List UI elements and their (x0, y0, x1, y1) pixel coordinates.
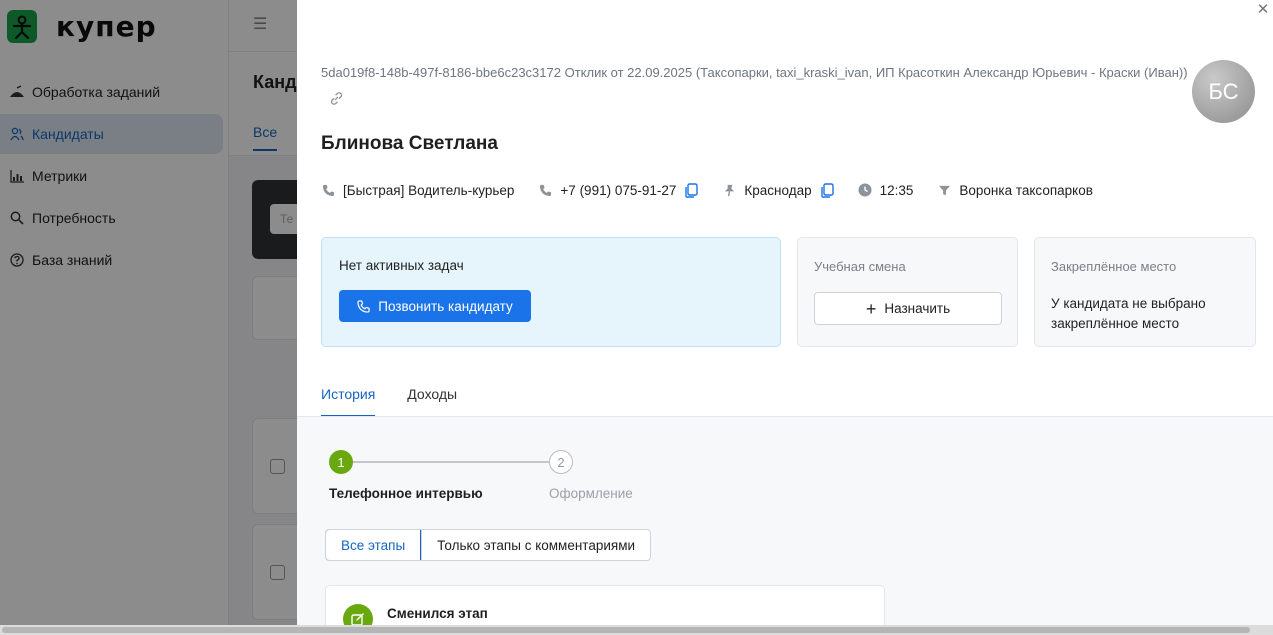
assign-button[interactable]: + Назначить (814, 292, 1002, 325)
call-candidate-label: Позвонить кандидату (378, 298, 513, 314)
stage-stepper: 1 2 Телефонное интервью Оформление (329, 450, 649, 510)
step-2-indicator: 2 (549, 450, 573, 474)
training-shift-card: Учебная смена + Назначить (797, 237, 1018, 347)
fixed-place-card: Закреплённое место У кандидата не выбран… (1034, 237, 1256, 347)
training-shift-title: Учебная смена (814, 259, 906, 274)
history-panel: 1 2 Телефонное интервью Оформление Все э… (297, 417, 1273, 625)
phone-text: +7 (991) 075-91-27 (560, 182, 677, 198)
link-icon[interactable] (329, 89, 344, 115)
phone-info: +7 (991) 075-91-27 (538, 182, 699, 198)
active-tasks-card: Нет активных задач Позвонить кандидату (321, 237, 781, 347)
plus-icon: + (865, 298, 877, 319)
history-filter: Все этапы Только этапы с комментариями (325, 529, 652, 561)
response-meta-text: 5da019f8-148b-497f-8186-bbe6c23c3172 Отк… (321, 65, 1188, 80)
step-2-label: Оформление (549, 486, 633, 501)
step-1-label: Телефонное интервью (329, 486, 483, 501)
phone-handset-icon (321, 183, 335, 197)
clock-icon (858, 183, 872, 197)
city-info: Краснодар (722, 182, 834, 198)
event-title: Сменился этап (387, 606, 488, 621)
time-text: 12:35 (879, 182, 914, 198)
assign-label: Назначить (884, 301, 951, 316)
phone-icon (357, 299, 370, 313)
tab-income[interactable]: Доходы (407, 380, 457, 417)
pin-icon (722, 183, 736, 197)
filter-with-comments[interactable]: Только этапы с комментариями (421, 530, 650, 560)
filter-all-stages[interactable]: Все этапы (326, 530, 422, 560)
step-1-indicator: 1 (329, 450, 353, 474)
response-meta: 5da019f8-148b-497f-8186-bbe6c23c3172 Отк… (321, 60, 1201, 115)
fixed-place-title: Закреплённое место (1051, 259, 1177, 274)
funnel-info: Воронка таксопарков (937, 183, 1093, 198)
scrollbar-thumb[interactable] (2, 627, 1250, 633)
call-candidate-button[interactable]: Позвонить кандидату (339, 290, 531, 322)
time-info: 12:35 (858, 182, 914, 198)
history-event: Сменился этап (325, 585, 885, 625)
horizontal-scrollbar[interactable] (0, 625, 1273, 635)
candidate-name: Блинова Светлана (321, 133, 498, 154)
vacancy-info: [Быстрая] Водитель-курьер (321, 183, 514, 198)
copy-city-icon[interactable] (820, 182, 834, 198)
close-icon[interactable]: ✕ (1255, 2, 1271, 18)
avatar: БС (1192, 60, 1255, 123)
funnel-text: Воронка таксопарков (959, 182, 1093, 198)
city-text: Краснодар (744, 182, 812, 198)
candidate-info-row: [Быстрая] Водитель-курьер +7 (991) 075-9… (321, 179, 1117, 201)
candidate-drawer: ✕ 5da019f8-148b-497f-8186-bbe6c23c3172 О… (297, 0, 1273, 625)
phone-icon (538, 183, 552, 197)
vacancy-text: [Быстрая] Водитель-курьер (343, 182, 515, 198)
tab-history[interactable]: История (321, 380, 376, 417)
drawer-tabs: История Доходы (321, 380, 489, 417)
funnel-icon (937, 183, 951, 197)
stepper-connector (353, 461, 549, 463)
copy-phone-icon[interactable] (685, 182, 699, 198)
active-tasks-title: Нет активных задач (339, 258, 464, 273)
edit-stage-icon (343, 604, 373, 625)
fixed-place-text: У кандидата не выбрано закреплённое мест… (1051, 296, 1206, 331)
